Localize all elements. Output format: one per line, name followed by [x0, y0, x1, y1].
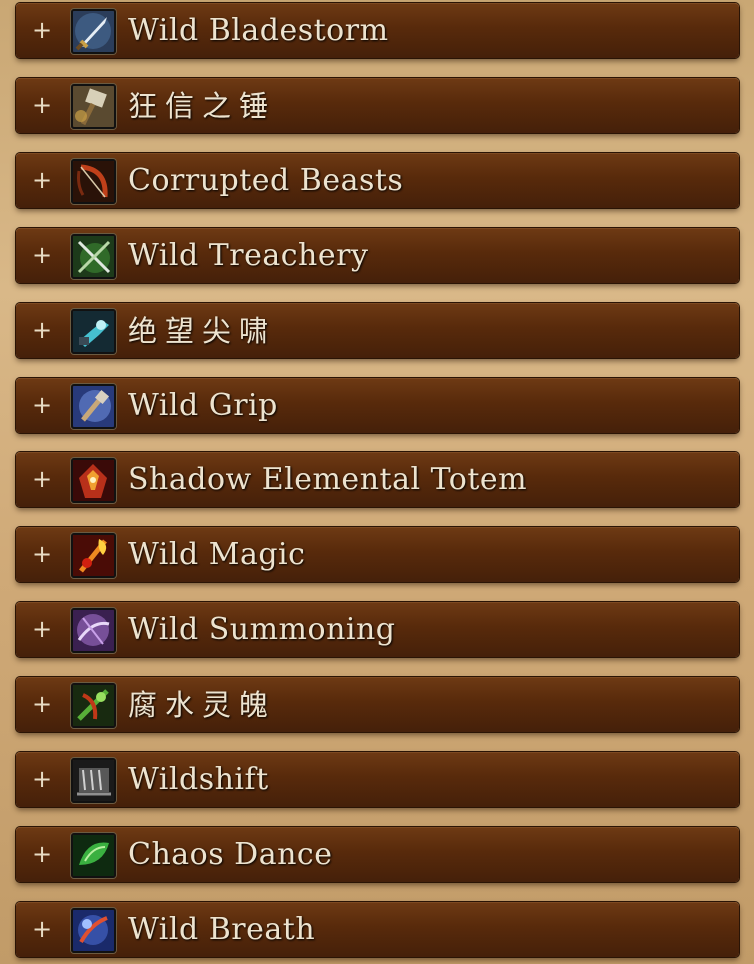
talent-label: Wild Magic — [128, 537, 306, 572]
breath-icon — [71, 908, 116, 953]
expand-plus-icon[interactable]: + — [31, 914, 53, 944]
talent-row-corrupted-beasts[interactable]: + Corrupted Beasts — [16, 153, 739, 208]
talent-label: Wild Breath — [128, 912, 316, 947]
talent-label: 腐水灵魄 — [128, 688, 277, 722]
talent-label: Wild Treachery — [128, 238, 369, 273]
talent-label: Chaos Dance — [128, 837, 333, 872]
talent-row-wild-bladestorm[interactable]: + Wild Bladestorm — [16, 3, 739, 58]
mace-icon — [71, 384, 116, 429]
bow-icon — [71, 159, 116, 204]
talent-row-wild-breath[interactable]: + Wild Breath — [16, 902, 739, 957]
talent-row-wild-summoning[interactable]: + Wild Summoning — [16, 602, 739, 657]
scream-icon — [71, 309, 116, 354]
talent-label: Wild Bladestorm — [128, 13, 389, 48]
talent-label: 狂信之锤 — [128, 89, 277, 123]
talent-label: Corrupted Beasts — [128, 163, 404, 198]
expand-plus-icon[interactable]: + — [31, 315, 53, 345]
talent-row-shadow-elemental-totem[interactable]: + Shadow Elemental Totem — [16, 452, 739, 507]
claw-icon — [71, 758, 116, 803]
expand-plus-icon[interactable]: + — [31, 839, 53, 869]
talent-row-hammer[interactable]: + 狂信之锤 — [16, 78, 739, 133]
summon-icon — [71, 608, 116, 653]
talent-row-wild-grip[interactable]: + Wild Grip — [16, 378, 739, 433]
expand-plus-icon[interactable]: + — [31, 614, 53, 644]
talent-row-wild-treachery[interactable]: + Wild Treachery — [16, 228, 739, 283]
hammer-icon — [71, 84, 116, 129]
expand-plus-icon[interactable]: + — [31, 464, 53, 494]
crossed-weapons-icon — [71, 234, 116, 279]
talent-row-chaos-dance[interactable]: + Chaos Dance — [16, 827, 739, 882]
talent-label: 绝望尖啸 — [128, 314, 277, 348]
expand-plus-icon[interactable]: + — [31, 90, 53, 120]
expand-plus-icon[interactable]: + — [31, 764, 53, 794]
totem-icon — [71, 458, 116, 503]
talent-label: Shadow Elemental Totem — [128, 462, 528, 497]
talent-row-poison-spirit[interactable]: + 腐水灵魄 — [16, 677, 739, 732]
expand-plus-icon[interactable]: + — [31, 539, 53, 569]
talent-row-scream[interactable]: + 绝望尖啸 — [16, 303, 739, 358]
talent-list: + Wild Bladestorm + 狂信之锤 + Corrupted Bea… — [0, 0, 754, 964]
talent-label: Wild Summoning — [128, 612, 396, 647]
talent-label: Wild Grip — [128, 388, 278, 423]
talent-row-wildshift[interactable]: + Wildshift — [16, 752, 739, 807]
green-swirl-icon — [71, 833, 116, 878]
expand-plus-icon[interactable]: + — [31, 390, 53, 420]
expand-plus-icon[interactable]: + — [31, 165, 53, 195]
talent-row-wild-magic[interactable]: + Wild Magic — [16, 527, 739, 582]
sword-icon — [71, 9, 116, 54]
talent-label: Wildshift — [128, 762, 269, 797]
fire-staff-icon — [71, 533, 116, 578]
poison-spirit-icon — [71, 683, 116, 728]
expand-plus-icon[interactable]: + — [31, 15, 53, 45]
expand-plus-icon[interactable]: + — [31, 689, 53, 719]
expand-plus-icon[interactable]: + — [31, 240, 53, 270]
